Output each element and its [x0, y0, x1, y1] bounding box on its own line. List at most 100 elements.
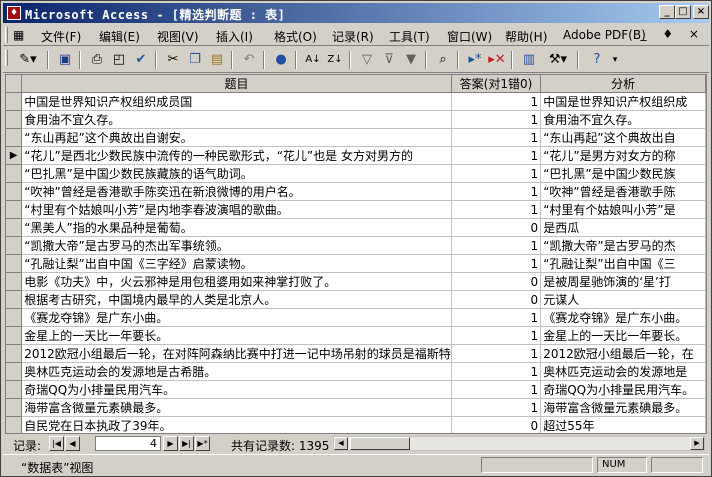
record-selector[interactable]	[6, 236, 23, 255]
record-selector[interactable]	[6, 128, 23, 147]
menu-edit[interactable]: 编辑(E)	[99, 28, 140, 45]
question-cell[interactable]: 金星上的一天比一年要长。	[21, 326, 452, 345]
question-cell[interactable]: “村里有个姑娘叫小芳”是内地李春波演唱的歌曲。	[21, 200, 452, 219]
find-icon[interactable]: ⌕	[433, 50, 453, 70]
answer-cell[interactable]: 1	[451, 326, 542, 345]
table-row[interactable]: “吹神”曾经是香港歌手陈奕迅在新浪微博的用户名。 1 “吹神”曾经是香港歌手陈	[6, 182, 706, 201]
answer-cell[interactable]: 1	[451, 362, 542, 381]
sort-descending-icon[interactable]: Z↓	[325, 50, 345, 70]
question-cell[interactable]: “孔融让梨”出自中国《三字经》启蒙读物。	[21, 254, 452, 273]
menu-window[interactable]: 窗口(W)	[447, 28, 492, 45]
table-row[interactable]: 电影《功夫》中，火云邪神是用包租婆用如来神掌打败了。 0 是被周星驰饰演的‘星’打	[6, 272, 706, 291]
record-selector[interactable]	[6, 398, 23, 417]
answer-cell[interactable]: 1	[451, 398, 542, 417]
record-selector[interactable]	[6, 92, 23, 111]
menu-format[interactable]: 格式(O)	[274, 28, 317, 45]
table-row[interactable]: “东山再起”这个典故出自谢安。 1 “东山再起”这个典故出自	[6, 128, 706, 147]
question-cell[interactable]: “黑美人”指的水果品种是葡萄。	[21, 218, 452, 237]
record-selector[interactable]	[6, 182, 23, 201]
analysis-cell[interactable]: 海带富含微量元素碘最多。	[540, 398, 706, 417]
copy-icon[interactable]: ❐	[185, 50, 205, 70]
spelling-icon[interactable]: ✔	[131, 50, 151, 70]
table-row[interactable]: “孔融让梨”出自中国《三字经》启蒙读物。 1 “孔融让梨”出自中国《三	[6, 254, 706, 273]
column-header-analysis[interactable]: 分析	[540, 75, 706, 93]
question-cell[interactable]: 自民党在日本执政了39年。	[21, 416, 452, 433]
print-icon[interactable]: ⎙	[87, 50, 107, 70]
table-row[interactable]: 2012欧冠小组最后一轮，在对阵阿森纳比赛中打进一记中场吊射的球员是福斯特 1 20…	[6, 344, 706, 363]
sort-ascending-icon[interactable]: A↓	[303, 50, 323, 70]
record-selector[interactable]	[6, 416, 23, 433]
record-selector[interactable]	[6, 290, 23, 309]
analysis-cell[interactable]: “吹神”曾经是香港歌手陈	[540, 182, 706, 201]
analysis-cell[interactable]: “孔融让梨”出自中国《三	[540, 254, 706, 273]
question-cell[interactable]: 《赛龙夺锦》是广东小曲。	[21, 308, 452, 327]
answer-cell[interactable]: 1	[451, 182, 542, 201]
toolbar-grip[interactable]	[5, 50, 8, 66]
table-row[interactable]: 中国是世界知识产权组织成员国 1 中国是世界知识产权组织成	[6, 92, 706, 111]
record-selector[interactable]	[6, 344, 23, 363]
analysis-cell[interactable]: 金星上的一天比一年要长。	[540, 326, 706, 345]
analysis-cell[interactable]: “花儿”是男方对女方的称	[540, 146, 706, 165]
record-selector[interactable]	[6, 362, 23, 381]
question-cell[interactable]: 中国是世界知识产权组织成员国	[21, 92, 452, 111]
question-cell[interactable]: “花儿”是西北少数民族中流传的一种民歌形式，“花儿”也是 女方对男方的	[21, 146, 452, 165]
record-number-input[interactable]: 4	[95, 436, 161, 451]
title-bar[interactable]: ♦ Microsoft Access - [精选判断题 : 表] _ □ ×	[3, 3, 709, 23]
question-cell[interactable]: 奥林匹克运动会的发源地是古希腊。	[21, 362, 452, 381]
menu-view[interactable]: 视图(V)	[157, 28, 199, 45]
mdi-window-controls[interactable]: _ ♦ ×	[641, 27, 705, 41]
analysis-cell[interactable]: 奇瑞QQ为小排量民用汽车。	[540, 380, 706, 399]
column-header-question[interactable]: 题目	[21, 75, 452, 93]
next-record-button[interactable]: ▶	[163, 436, 178, 451]
question-cell[interactable]: 2012欧冠小组最后一轮，在对阵阿森纳比赛中打进一记中场吊射的球员是福斯特	[21, 344, 452, 363]
print-preview-icon[interactable]: ◰	[109, 50, 129, 70]
paste-icon[interactable]: ▤	[207, 50, 227, 70]
question-cell[interactable]: 食用油不宜久存。	[21, 110, 452, 129]
table-row[interactable]: 海带富含微量元素碘最多。 1 海带富含微量元素碘最多。	[6, 398, 706, 417]
filter-by-selection-icon[interactable]: ▽	[357, 50, 377, 70]
answer-cell[interactable]: 1	[451, 92, 542, 111]
answer-cell[interactable]: 1	[451, 254, 542, 273]
datasheet[interactable]: 题目 答案(对1错0) 分析 中国是世界知识产权组织成员国 1 中国是世界知识产权组…	[5, 74, 707, 434]
undo-icon[interactable]: ↶	[239, 50, 259, 70]
minimize-button[interactable]: _	[659, 5, 675, 19]
previous-record-button[interactable]: ◀	[65, 436, 80, 451]
database-window-icon[interactable]: ▥	[519, 50, 539, 70]
analysis-cell[interactable]: 是被周星驰饰演的‘星’打	[540, 272, 706, 291]
record-selector[interactable]	[6, 110, 23, 129]
table-row[interactable]: 奥林匹克运动会的发源地是古希腊。 1 奥林匹克运动会的发源地是	[6, 362, 706, 381]
select-all-corner[interactable]	[6, 75, 23, 93]
table-row[interactable]: 奇瑞QQ为小排量民用汽车。 1 奇瑞QQ为小排量民用汽车。	[6, 380, 706, 399]
scroll-right-arrow-icon[interactable]: ▶	[690, 437, 704, 450]
question-cell[interactable]: “吹神”曾经是香港歌手陈奕迅在新浪微博的用户名。	[21, 182, 452, 201]
hyperlink-icon[interactable]: ●	[271, 50, 291, 70]
apply-filter-icon[interactable]: ▼	[401, 50, 421, 70]
answer-cell[interactable]: 1	[451, 308, 542, 327]
answer-cell[interactable]: 1	[451, 110, 542, 129]
menu-insert[interactable]: 插入(I)	[216, 28, 253, 45]
answer-cell[interactable]: 0	[451, 416, 542, 433]
analysis-cell[interactable]: 《赛龙夺锦》是广东小曲。	[540, 308, 706, 327]
table-row[interactable]: “村里有个姑娘叫小芳”是内地李春波演唱的歌曲。 1 “村里有个姑娘叫小芳”是	[6, 200, 706, 219]
table-icon[interactable]: ▦	[13, 28, 24, 42]
answer-cell[interactable]: 0	[451, 290, 542, 309]
record-selector[interactable]	[6, 200, 23, 219]
answer-cell[interactable]: 1	[451, 146, 542, 165]
analysis-cell[interactable]: 超过55年	[540, 416, 706, 433]
filter-by-form-icon[interactable]: ⊽	[379, 50, 399, 70]
analysis-cell[interactable]: 中国是世界知识产权组织成	[540, 92, 706, 111]
save-icon[interactable]: ▣	[55, 50, 75, 70]
new-record-icon[interactable]: ▸*	[465, 50, 485, 70]
analysis-cell[interactable]: 元谋人	[540, 290, 706, 309]
record-selector[interactable]	[6, 380, 23, 399]
record-selector[interactable]	[6, 326, 23, 345]
scroll-left-arrow-icon[interactable]: ◀	[334, 437, 348, 450]
table-row[interactable]: 金星上的一天比一年要长。 1 金星上的一天比一年要长。	[6, 326, 706, 345]
analysis-cell[interactable]: “东山再起”这个典故出自	[540, 128, 706, 147]
question-cell[interactable]: 海带富含微量元素碘最多。	[21, 398, 452, 417]
answer-cell[interactable]: 0	[451, 272, 542, 291]
record-selector[interactable]	[6, 272, 23, 291]
last-record-button[interactable]: ▶|	[179, 436, 194, 451]
help-icon[interactable]: ?	[587, 50, 607, 70]
record-selector[interactable]	[6, 254, 23, 273]
